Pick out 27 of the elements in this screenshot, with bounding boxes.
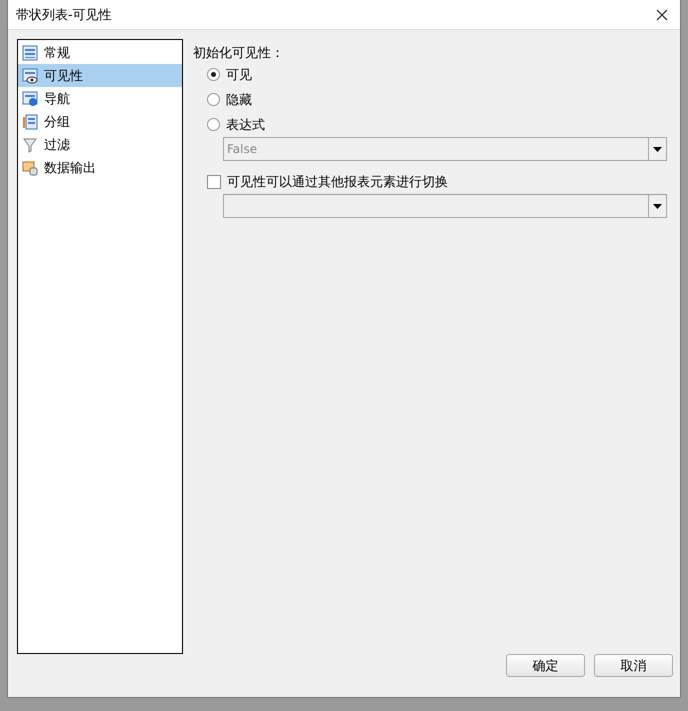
caret-icon <box>653 204 662 209</box>
radio-button[interactable] <box>207 68 220 82</box>
sidebar-item[interactable]: 数据输出 <box>18 156 182 180</box>
sidebar-item[interactable]: 分组 <box>18 110 182 134</box>
radio-label: 隐藏 <box>226 92 252 109</box>
dialog-button[interactable]: 确定 <box>506 654 585 678</box>
list-icon <box>22 44 38 61</box>
sidebar-item[interactable]: 可见性 <box>18 64 182 88</box>
sidebar-item[interactable]: 导航 <box>18 87 182 110</box>
radio-label: 表达式 <box>226 116 265 134</box>
checkbox[interactable] <box>207 174 221 189</box>
sidebar-item[interactable]: 过滤 <box>18 133 182 156</box>
list-icon <box>22 68 38 84</box>
dialog-button[interactable]: 取消 <box>594 654 673 678</box>
radio-label: 可见 <box>226 66 252 84</box>
sidebar-item[interactable]: 常规 <box>18 41 182 64</box>
list-icon <box>22 90 38 107</box>
list-icon <box>22 160 38 176</box>
window-title: 带状列表-可见性 <box>16 6 112 24</box>
list-icon <box>22 136 38 153</box>
section-heading: 初始化可见性： <box>193 45 285 62</box>
radio-button[interactable] <box>207 93 220 106</box>
checkbox-label: 可见性可以通过其他报表元素进行切换 <box>227 174 448 191</box>
list-icon <box>22 114 38 130</box>
radio-button[interactable] <box>207 118 220 132</box>
caret-icon <box>653 146 662 152</box>
toggle-dropdown[interactable] <box>223 194 667 218</box>
